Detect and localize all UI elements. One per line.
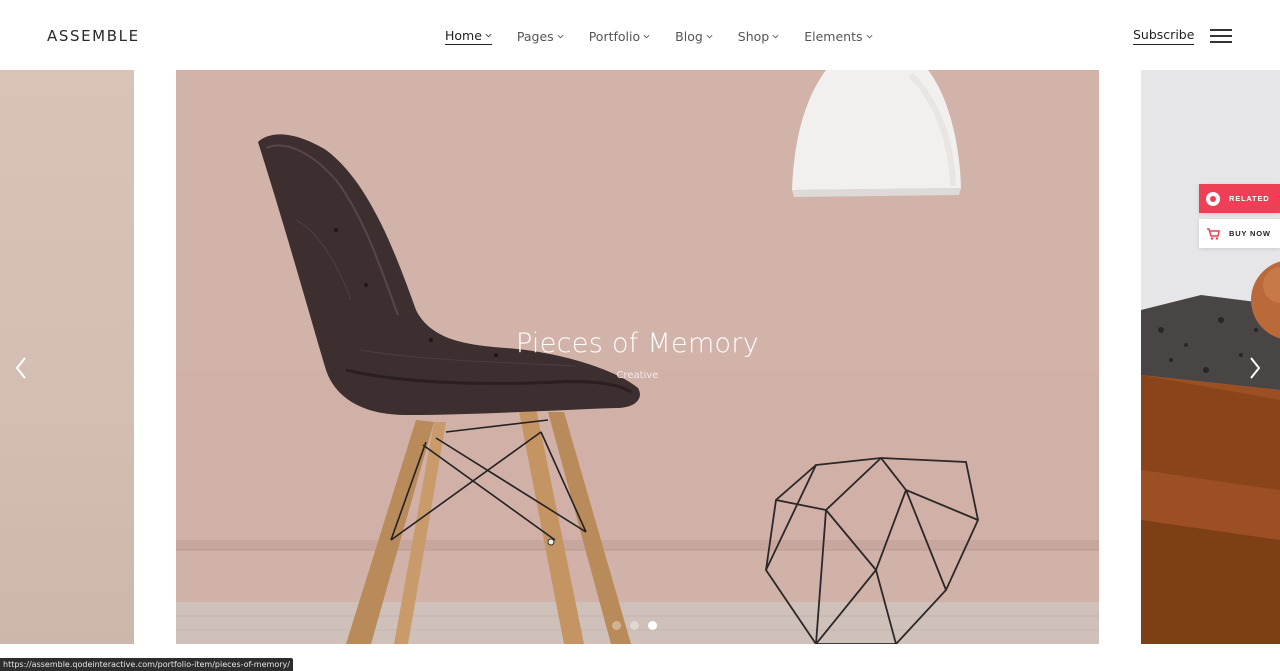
nav-item-shop[interactable]: Shop bbox=[738, 27, 779, 45]
browser-status-url: https://assemble.qodeinteractive.com/por… bbox=[0, 658, 293, 671]
nav-item-portfolio[interactable]: Portfolio bbox=[589, 27, 650, 45]
slider-pagination bbox=[612, 621, 657, 630]
nav-item-label: Home bbox=[445, 28, 482, 43]
related-label: RELATED bbox=[1229, 194, 1270, 203]
nav-item-label: Elements bbox=[804, 28, 863, 44]
slider-dot[interactable] bbox=[612, 621, 621, 630]
main-nav: Home Pages Portfolio Blog Shop Elements bbox=[445, 27, 898, 45]
cart-icon bbox=[1205, 226, 1221, 242]
slider-dot-active[interactable] bbox=[648, 621, 657, 630]
slide-title[interactable]: Pieces of Memory bbox=[176, 328, 1099, 359]
portfolio-slider: Pieces of Memory Creative bbox=[0, 70, 1280, 644]
site-logo[interactable]: ASSEMBLE bbox=[47, 27, 140, 45]
site-header: ASSEMBLE Home Pages Portfolio Blog Shop … bbox=[0, 0, 1280, 70]
chevron-down-icon bbox=[643, 34, 650, 38]
chevron-down-icon bbox=[485, 33, 492, 38]
chevron-down-icon bbox=[557, 34, 564, 38]
subscribe-link[interactable]: Subscribe bbox=[1133, 27, 1195, 45]
nav-item-label: Pages bbox=[516, 28, 554, 44]
nav-item-elements[interactable]: Elements bbox=[804, 27, 872, 45]
buy-now-label: BUY NOW bbox=[1229, 229, 1271, 238]
chevron-down-icon bbox=[772, 34, 779, 38]
chevron-left-icon[interactable] bbox=[13, 356, 29, 380]
nav-item-pages[interactable]: Pages bbox=[517, 27, 564, 45]
buy-now-button[interactable]: BUY NOW bbox=[1199, 219, 1280, 248]
nav-item-blog[interactable]: Blog bbox=[675, 27, 713, 45]
nav-item-home[interactable]: Home bbox=[445, 27, 492, 45]
slider-dot[interactable] bbox=[630, 621, 639, 630]
related-button[interactable]: RELATED bbox=[1199, 184, 1280, 213]
hamburger-icon[interactable] bbox=[1210, 29, 1232, 43]
chevron-down-icon bbox=[866, 34, 872, 38]
related-icon bbox=[1205, 191, 1221, 207]
current-slide[interactable]: Pieces of Memory Creative bbox=[176, 70, 1099, 644]
nav-item-label: Blog bbox=[675, 28, 703, 44]
slide-category[interactable]: Creative bbox=[176, 370, 1099, 381]
chevron-right-icon[interactable] bbox=[1247, 356, 1263, 380]
nav-item-label: Shop bbox=[737, 28, 770, 44]
nav-item-label: Portfolio bbox=[588, 28, 641, 44]
chevron-down-icon bbox=[706, 34, 713, 38]
